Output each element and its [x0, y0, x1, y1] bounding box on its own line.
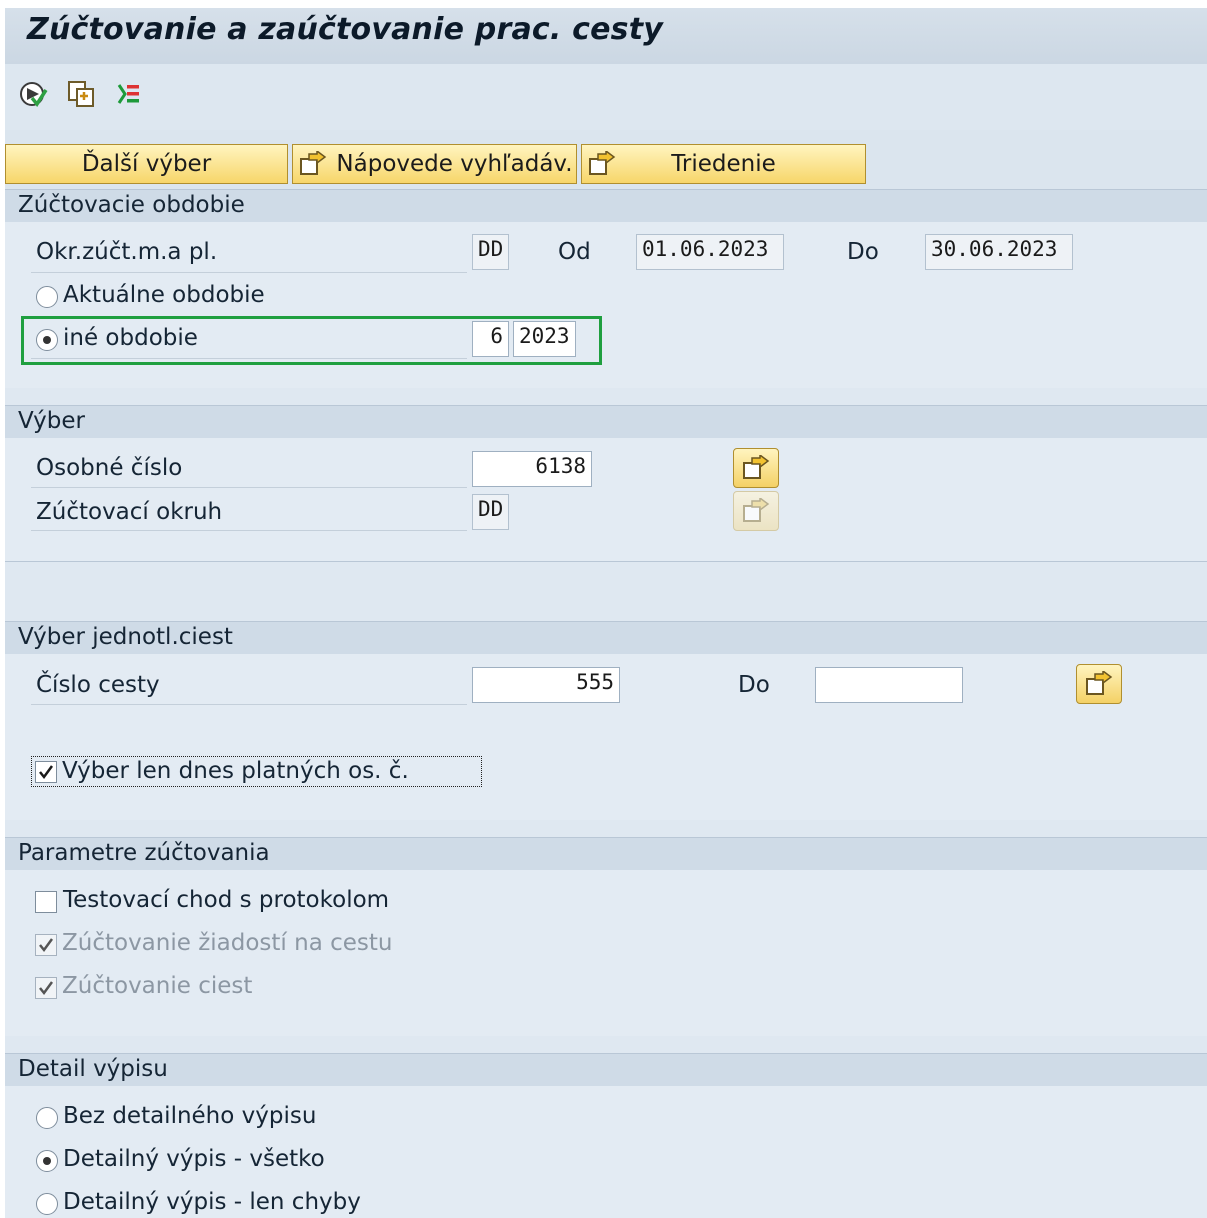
zuctovanie-ciest-checkbox	[35, 977, 57, 999]
bez-detailneho-label: Bez detailného výpisu	[63, 1103, 317, 1129]
checkmark-icon	[39, 765, 54, 780]
do-field[interactable]: 30.06.2023	[925, 234, 1073, 270]
okr-label: Okr.zúčt.m.a pl.	[36, 239, 218, 265]
triedenie-button[interactable]: Triedenie	[581, 144, 866, 184]
section-title: Parametre zúčtovania	[18, 840, 270, 866]
detailny-vsetko-label: Detailný výpis - všetko	[63, 1146, 325, 1172]
okr-field[interactable]: DD	[472, 234, 509, 270]
section-header-obdobie: Zúčtovacie obdobie	[5, 189, 1207, 223]
napovede-button[interactable]: Nápovede vyhľadáv.	[292, 144, 577, 184]
section-title: Výber	[18, 408, 85, 434]
osobne-cislo-field[interactable]: 6138	[472, 451, 592, 487]
title-bar: Zúčtovanie a zaúčtovanie prac. cesty	[5, 8, 1207, 64]
zuctovanie-ciest-label: Zúčtovanie ciest	[62, 973, 253, 999]
arrow-right-icon	[743, 498, 770, 522]
osobne-cislo-label: Osobné číslo	[36, 455, 183, 481]
section-header-detail: Detail výpisu	[5, 1053, 1207, 1087]
cesty-multiple-selection-button[interactable]	[1076, 664, 1122, 704]
od-label: Od	[558, 239, 591, 265]
aktualne-obdobie-radio[interactable]	[36, 286, 58, 308]
detailny-chyby-radio[interactable]	[36, 1193, 58, 1215]
do-label: Do	[847, 239, 879, 265]
arrow-right-icon	[299, 149, 327, 183]
selection-options-icon[interactable]	[113, 78, 145, 110]
highlight-box	[21, 316, 602, 365]
ziadosti-checkbox	[35, 934, 57, 956]
ziadosti-label: Zúčtovanie žiadostí na cestu	[62, 930, 393, 956]
detailny-chyby-label: Detailný výpis - len chyby	[63, 1189, 361, 1215]
divider	[31, 530, 467, 531]
divider	[31, 487, 467, 488]
testovaci-chod-label: Testovací chod s protokolom	[63, 887, 390, 913]
cislo-cesty-label: Číslo cesty	[36, 672, 160, 698]
section-title: Detail výpisu	[18, 1056, 168, 1082]
section-title: Výber jednotl.ciest	[18, 624, 233, 650]
application-toolbar	[5, 64, 1207, 131]
section-header-vyber: Výber	[5, 405, 1207, 439]
dalsi-vyber-label: Ďalší výber	[81, 151, 212, 177]
vyber-platnych-checkbox[interactable]	[35, 761, 57, 783]
copy-variant-icon[interactable]	[65, 78, 97, 110]
napovede-label: Nápovede vyhľadáv.	[336, 151, 573, 177]
divider	[5, 561, 1207, 562]
zuctovaci-okruh-label: Zúčtovací okruh	[36, 499, 223, 525]
arrow-right-icon	[1086, 671, 1113, 695]
aktualne-obdobie-label: Aktuálne obdobie	[63, 282, 265, 308]
detailny-vsetko-radio[interactable]	[36, 1150, 58, 1172]
cislo-do-field[interactable]	[815, 667, 963, 703]
divider	[31, 704, 467, 705]
arrow-right-icon	[588, 149, 616, 183]
dalsi-vyber-button[interactable]: Ďalší výber	[5, 144, 288, 184]
od-field[interactable]: 01.06.2023	[636, 234, 784, 270]
okruh-multiple-selection-button[interactable]	[733, 491, 779, 531]
testovaci-chod-checkbox[interactable]	[35, 891, 57, 913]
execute-icon[interactable]	[17, 78, 49, 110]
button-row: Ďalší výber Nápovede vyhľadáv. Triedenie	[5, 130, 1207, 190]
arrow-right-icon	[743, 455, 770, 479]
cislo-cesty-field[interactable]: 555	[472, 667, 620, 703]
triedenie-label: Triedenie	[671, 151, 776, 177]
divider	[31, 272, 467, 273]
osobne-multiple-selection-button[interactable]	[733, 448, 779, 488]
section-header-parametre: Parametre zúčtovania	[5, 837, 1207, 871]
sap-screen: Zúčtovanie a zaúčtovanie prac. cesty Ďal…	[5, 8, 1207, 1218]
checkmark-icon	[39, 938, 54, 953]
bez-detailneho-radio[interactable]	[36, 1107, 58, 1129]
checkmark-icon	[39, 981, 54, 996]
cislo-do-label: Do	[738, 672, 770, 698]
page-title: Zúčtovanie a zaúčtovanie prac. cesty	[27, 12, 664, 47]
vyber-platnych-label: Výber len dnes platných os. č.	[62, 758, 409, 784]
zuctovaci-okruh-field[interactable]: DD	[472, 494, 509, 530]
section-title: Zúčtovacie obdobie	[18, 192, 245, 218]
section-header-jednotl: Výber jednotl.ciest	[5, 621, 1207, 655]
